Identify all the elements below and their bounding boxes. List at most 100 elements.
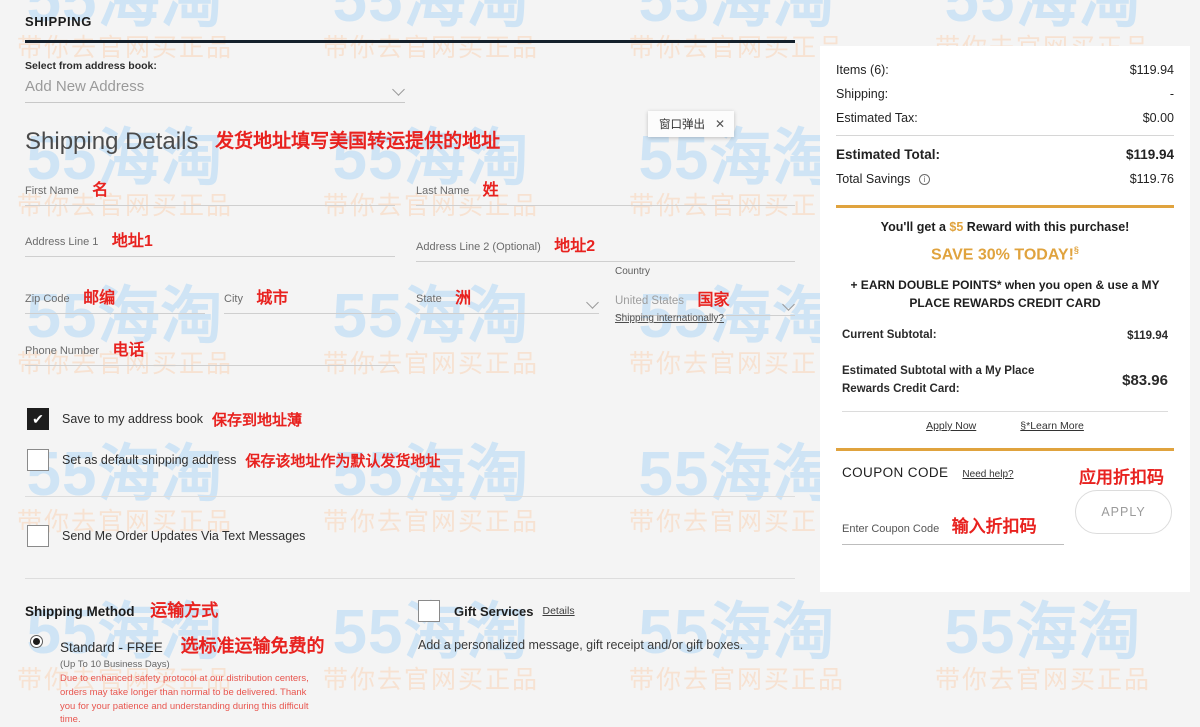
radio-selected-icon[interactable] — [30, 635, 43, 648]
city-field[interactable]: City 城市 — [224, 284, 395, 314]
method-annotation: 选标准运输免费的 — [180, 636, 325, 656]
last-name-placeholder: Last Name — [416, 185, 470, 197]
card-subtotal-row: Estimated Subtotal with a My Place Rewar… — [836, 351, 1174, 405]
address-book-select[interactable]: Select from address book: Add New Addres… — [25, 60, 405, 103]
card-subtotal-value: $83.96 — [1122, 372, 1168, 390]
save-address-annotation: 保存到地址薄 — [212, 411, 303, 429]
address-book-dropdown[interactable]: Add New Address — [25, 78, 405, 103]
zip-code-placeholder: Zip Code — [25, 293, 70, 305]
watermark-tile: 55海淘带你去官网买正品 — [898, 602, 1188, 693]
checkbox-icon[interactable] — [27, 525, 49, 547]
method-days: (Up To 10 Business Days) — [60, 659, 170, 670]
zip-code-annotation: 邮编 — [83, 290, 116, 307]
gift-services-description: Add a personalized message, gift receipt… — [418, 638, 744, 652]
summary-tax-label: Estimated Tax: — [836, 111, 918, 125]
country-label: Country — [615, 266, 651, 277]
phone-number-field[interactable]: Phone Number 电话 — [25, 336, 395, 366]
address-line-1-field[interactable]: Address Line 1 地址1 — [25, 227, 395, 257]
learn-more-link[interactable]: §*Learn More — [1020, 420, 1084, 432]
summary-shipping-value: - — [1169, 87, 1174, 101]
watermark-tagline: 带你去官网买正品 — [934, 666, 1151, 694]
city-placeholder: City — [224, 293, 243, 305]
current-subtotal-value: $119.94 — [1127, 329, 1168, 342]
gift-services-row[interactable]: Gift Services Details — [418, 600, 808, 622]
apply-now-link[interactable]: Apply Now — [926, 420, 976, 432]
popup-window-chip[interactable]: 窗口弹出 ✕ — [648, 111, 735, 137]
country-select[interactable]: Country United States 国家 — [615, 266, 795, 316]
phone-number-placeholder: Phone Number — [25, 345, 99, 357]
chevron-down-icon — [782, 298, 795, 311]
city-annotation: 城市 — [256, 290, 289, 307]
gift-services-title: Gift Services — [454, 603, 534, 619]
shipping-method-heading-text: Shipping Method — [25, 604, 135, 619]
coupon-annotation: 应用折扣码 — [1079, 467, 1164, 487]
address-line-2-field[interactable]: Address Line 2 (Optional) 地址2 — [416, 232, 795, 262]
shipping-method-option-standard[interactable]: Standard - FREE 选标准运输免费的 (Up To 10 Busin… — [30, 632, 450, 727]
checkbox-icon[interactable] — [418, 600, 440, 622]
shipping-details-heading: Shipping Details 发货地址填写美国转运提供的地址 — [25, 126, 500, 156]
watermark-brand: 55海淘 — [944, 0, 1142, 35]
checkbox-icon[interactable] — [27, 449, 49, 471]
address-line-1-annotation: 地址1 — [111, 233, 153, 250]
shipping-internationally-link[interactable]: Shipping internationally? — [615, 313, 724, 324]
state-select[interactable]: State 洲 — [416, 284, 599, 314]
promo-line-2: SAVE 30% TODAY!§ — [842, 245, 1168, 264]
save-address-label: Save to my address book — [62, 412, 204, 426]
default-address-annotation: 保存该地址作为默认发货地址 — [245, 452, 441, 470]
shipping-method-heading: Shipping Method 运输方式 — [25, 596, 218, 621]
rewards-promo-block: You'll get a $5 Reward with this purchas… — [836, 208, 1174, 320]
text-updates-label: Send Me Order Updates Via Text Messages — [62, 529, 306, 543]
checkbox-checked-icon[interactable] — [27, 408, 49, 430]
default-address-checkbox-row[interactable]: Set as default shipping address 保存该地址作为默… — [27, 449, 440, 471]
shipping-method-annotation: 运输方式 — [150, 601, 219, 620]
order-summary-panel: Items (6): $119.94 Shipping: - Estimated… — [820, 46, 1190, 592]
form-divider-2 — [25, 578, 795, 579]
first-name-placeholder: First Name — [25, 185, 79, 197]
shipping-form-column: SHIPPING Select from address book: Add N… — [0, 0, 820, 725]
last-name-field[interactable]: Last Name 姓 — [416, 176, 795, 206]
promo-line-3: + EARN DOUBLE POINTS* when you open & us… — [850, 278, 1160, 310]
apply-coupon-button[interactable]: APPLY — [1075, 489, 1172, 534]
promo-line-1-post: Reward with this purchase! — [963, 220, 1130, 234]
coupon-code-title: COUPON CODE — [842, 464, 949, 480]
coupon-need-help-link[interactable]: Need help? — [962, 469, 1013, 480]
first-name-field[interactable]: First Name 名 — [25, 176, 395, 206]
address-book-label: Select from address book: — [25, 60, 157, 72]
gift-services-block: Gift Services Details Add a personalized… — [418, 600, 808, 652]
state-annotation: 洲 — [455, 290, 472, 307]
info-icon[interactable]: i — [918, 174, 930, 185]
promo-save-text: SAVE 30% TODAY! — [931, 246, 1074, 264]
gift-services-details-link[interactable]: Details — [543, 605, 575, 617]
popup-window-label: 窗口弹出 — [659, 119, 705, 131]
address-line-1-placeholder: Address Line 1 — [25, 236, 99, 248]
summary-tax-value: $0.00 — [1142, 111, 1174, 125]
promo-reward-amount: $5 — [949, 220, 964, 234]
method-note: Due to enhanced safety protocol at our d… — [60, 673, 309, 726]
summary-items-label: Items (6): — [836, 63, 889, 77]
header-divider — [25, 40, 795, 43]
promo-line-1: You'll get a $5 Reward with this purchas… — [842, 220, 1168, 234]
chevron-down-icon — [586, 296, 599, 309]
address-line-2-annotation: 地址2 — [554, 238, 596, 255]
country-annotation: 国家 — [697, 292, 730, 309]
summary-line-shipping: Shipping: - — [836, 82, 1174, 106]
summary-shipping-label: Shipping: — [836, 87, 889, 101]
shipping-details-heading-text: Shipping Details — [25, 128, 199, 155]
page-title: SHIPPING — [25, 14, 92, 29]
coupon-code-input[interactable]: Enter Coupon Code 输入折扣码 — [842, 512, 1064, 545]
chevron-down-icon — [392, 83, 405, 96]
method-name-row: Standard - FREE 选标准运输免费的 — [60, 632, 450, 658]
state-placeholder: State — [416, 293, 442, 305]
address-line-2-placeholder: Address Line 2 (Optional) — [416, 241, 541, 253]
summary-line-savings: Total Savings i $119.76 — [836, 167, 1174, 191]
coupon-code-placeholder: Enter Coupon Code — [842, 522, 940, 535]
current-subtotal-row: Current Subtotal: $119.94 — [836, 320, 1174, 351]
form-divider-1 — [25, 496, 795, 497]
rewards-links: Apply Now §*Learn More — [836, 412, 1174, 432]
text-updates-checkbox-row[interactable]: Send Me Order Updates Via Text Messages — [27, 525, 305, 547]
promo-footnote-marker: § — [1073, 245, 1079, 255]
close-icon[interactable]: ✕ — [715, 117, 725, 131]
coupon-placeholder-annotation: 输入折扣码 — [951, 516, 1037, 536]
save-address-checkbox-row[interactable]: Save to my address book 保存到地址薄 — [27, 408, 302, 430]
zip-code-field[interactable]: Zip Code 邮编 — [25, 284, 205, 314]
